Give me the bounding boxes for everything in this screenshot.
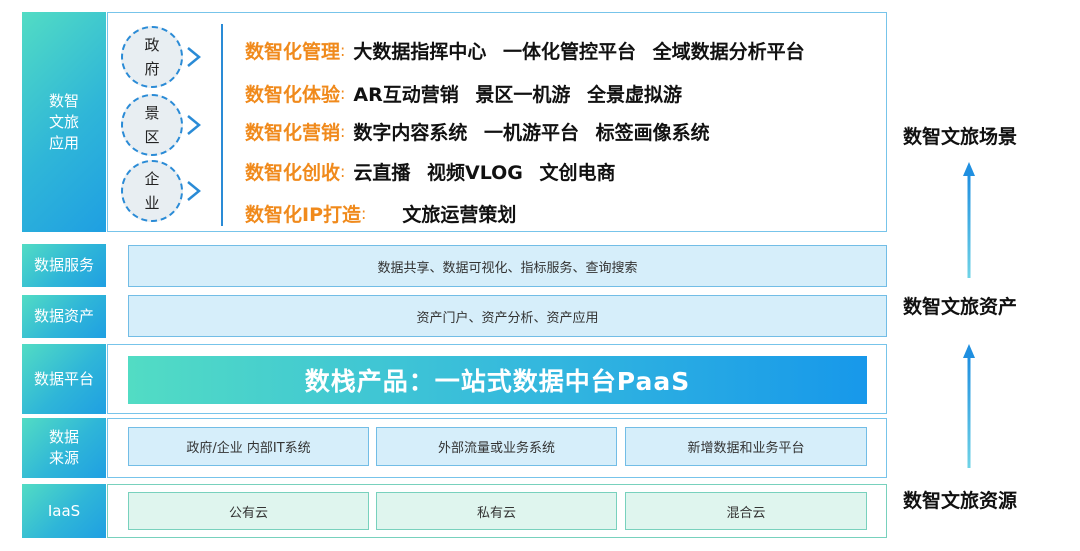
iaas-item-label: 私有云 xyxy=(476,505,516,521)
app-row-experience: 数智化体验 : AR互动营销 景区一机游 全景虚拟游 xyxy=(245,80,682,106)
circle-char: 企 xyxy=(144,170,160,188)
app-row-items: 数字内容系统 一机游平台 标签画像系统 xyxy=(353,121,710,144)
app-row-management: 数智化管理 : 大数据指挥中心 一体化管控平台 全域数据分析平台 xyxy=(245,37,805,63)
asset-label: 数据资产 xyxy=(33,307,94,325)
platform-label: 数据平台 xyxy=(33,369,94,388)
source-label-line: 来源 xyxy=(48,449,79,467)
app-row-revenue: 数智化创收 : 云直播 视频VLOG 文创电商 xyxy=(245,158,616,184)
source-item: 外部流量或业务系统 xyxy=(376,427,617,466)
layer-label-service: 数据服务 xyxy=(22,244,106,287)
app-row-category: 数智化营销 xyxy=(245,121,341,144)
app-row-category: 数智化体验 xyxy=(245,83,341,106)
circle-char: 区 xyxy=(144,128,160,146)
layer-label-platform: 数据平台 xyxy=(22,344,106,414)
circle-enterprise: 企 业 xyxy=(121,160,183,222)
chevron-right-icon xyxy=(187,181,201,201)
circle-scenic-area: 景 区 xyxy=(121,94,183,156)
app-row-separator: : xyxy=(340,161,346,181)
circle-char: 景 xyxy=(144,104,160,122)
asset-box: 资产门户、资产分析、资产应用 xyxy=(128,295,887,337)
app-row-items: 大数据指挥中心 一体化管控平台 全域数据分析平台 xyxy=(353,40,805,63)
right-label-text: 数智文旅资产 xyxy=(903,296,1018,318)
app-row-separator: : xyxy=(340,40,346,60)
service-label: 数据服务 xyxy=(33,256,94,274)
chevron-right-icon xyxy=(187,115,201,135)
service-box: 数据共享、数据可视化、指标服务、查询搜索 xyxy=(128,245,887,287)
iaas-item-label: 混合云 xyxy=(726,505,766,521)
app-row-category: 数智化管理 xyxy=(245,40,341,63)
iaas-item: 私有云 xyxy=(376,492,617,530)
service-content: 数据共享、数据可视化、指标服务、查询搜索 xyxy=(377,260,638,276)
paas-product-title: 数栈产品：一站式数据中台PaaS xyxy=(304,367,691,396)
source-item-label: 政府/企业 内部IT系统 xyxy=(186,441,311,456)
app-label-line: 应用 xyxy=(48,133,79,152)
app-row-ip: 数智化IP打造 : 文旅运营策划 xyxy=(245,200,516,226)
right-label-asset: 数智文旅资产 xyxy=(903,292,1043,319)
right-label-scene: 数智文旅场景 xyxy=(903,122,1043,149)
circle-char: 府 xyxy=(144,60,160,78)
iaas-item: 混合云 xyxy=(625,492,867,530)
arrow-up-icon xyxy=(963,162,975,278)
app-row-separator: : xyxy=(340,83,346,103)
right-label-text: 数智文旅资源 xyxy=(903,490,1018,512)
app-row-separator: : xyxy=(361,203,367,223)
app-row-category: 数智化IP打造 xyxy=(245,203,361,226)
arrow-up-icon xyxy=(963,344,975,468)
layer-label-source: 数据 来源 xyxy=(22,418,106,478)
layer-label-asset: 数据资产 xyxy=(22,295,106,338)
app-row-marketing: 数智化营销 : 数字内容系统 一机游平台 标签画像系统 xyxy=(245,118,710,144)
app-row-items: 云直播 视频VLOG 文创电商 xyxy=(353,161,616,184)
chevron-right-icon xyxy=(187,47,201,67)
vertical-divider xyxy=(221,24,223,226)
app-row-separator: : xyxy=(340,121,346,141)
source-item: 政府/企业 内部IT系统 xyxy=(128,427,369,466)
circle-char: 业 xyxy=(144,194,160,212)
iaas-label: IaaS xyxy=(47,501,81,520)
source-item-label: 外部流量或业务系统 xyxy=(437,441,555,456)
app-row-items: AR互动营销 景区一机游 全景虚拟游 xyxy=(353,83,682,106)
app-label-line: 数智 xyxy=(48,91,79,110)
circle-government: 政 府 xyxy=(121,26,183,88)
right-label-resource: 数智文旅资源 xyxy=(903,486,1043,513)
app-label-line: 文旅 xyxy=(48,112,79,131)
right-label-text: 数智文旅场景 xyxy=(903,126,1018,148)
paas-product-bar: 数栈产品：一站式数据中台PaaS xyxy=(128,356,867,404)
asset-content: 资产门户、资产分析、资产应用 xyxy=(416,310,599,326)
layer-label-iaas: IaaS xyxy=(22,484,106,538)
iaas-item-label: 公有云 xyxy=(228,505,268,521)
source-label-line: 数据 xyxy=(48,428,79,446)
circle-char: 政 xyxy=(144,36,160,54)
source-item: 新增数据和业务平台 xyxy=(625,427,867,466)
iaas-item: 公有云 xyxy=(128,492,369,530)
app-row-category: 数智化创收 xyxy=(245,161,341,184)
source-item-label: 新增数据和业务平台 xyxy=(687,441,805,456)
layer-label-app: 数智 文旅 应用 xyxy=(22,12,106,232)
app-row-items: 文旅运营策划 xyxy=(402,203,517,226)
